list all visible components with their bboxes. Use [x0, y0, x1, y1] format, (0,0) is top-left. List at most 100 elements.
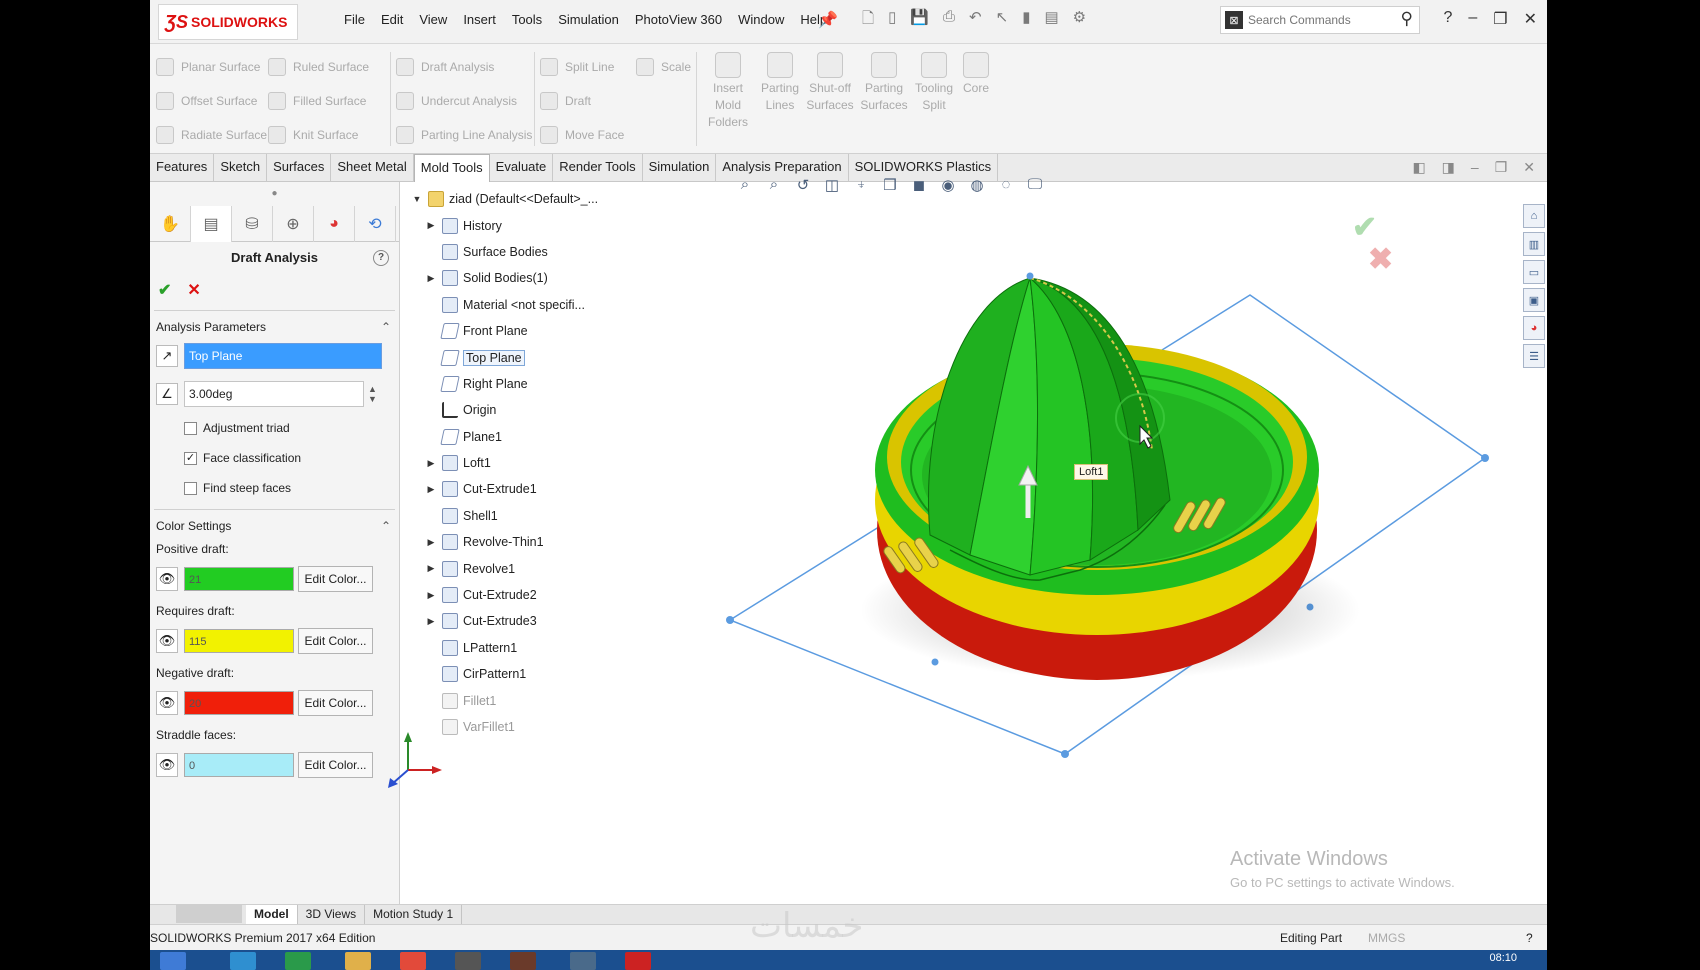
tree-item-shell1[interactable]: Shell1 [406, 503, 606, 529]
expand-arrow-icon[interactable]: ▶ [420, 458, 442, 469]
expand-arrow-icon[interactable]: ▶ [420, 484, 442, 495]
collapse-up-icon[interactable]: ⌃ [381, 516, 391, 536]
options-gear-icon[interactable]: ⚙ [1073, 8, 1086, 33]
tab-sketch[interactable]: Sketch [214, 154, 268, 182]
close-icon[interactable]: ✕ [1524, 9, 1537, 29]
tree-item-fillet1[interactable]: Fillet1 [406, 687, 606, 713]
search-commands-box[interactable]: ⊠ ⚲ [1220, 6, 1420, 34]
restore-icon[interactable]: ❐ [1493, 9, 1507, 29]
eye-icon[interactable]: 👁 [156, 753, 178, 777]
tree-item-cut-extrude2[interactable]: ▶ Cut-Extrude2 [406, 582, 606, 608]
scale-button[interactable]: Scale [636, 50, 691, 84]
expand-arrow-icon[interactable]: ▶ [420, 273, 442, 284]
plane-handle[interactable] [1061, 750, 1069, 758]
status-help-icon[interactable]: ? [1526, 931, 1533, 945]
open-document-icon[interactable]: ▯ [888, 8, 896, 33]
tree-item-solid-bodies[interactable]: ▶ Solid Bodies(1) [406, 265, 606, 291]
move-face-button[interactable]: Move Face [540, 118, 624, 152]
menu-tools[interactable]: Tools [504, 12, 550, 27]
display-style-icon[interactable]: ◼ [909, 176, 929, 194]
parting-line-analysis-button[interactable]: Parting Line Analysis [396, 118, 532, 152]
feature-manager-tab-icon[interactable]: ✋ [150, 206, 191, 242]
split-line-button[interactable]: Split Line [540, 50, 624, 84]
new-document-icon[interactable]: 🗋 [862, 8, 874, 33]
view-orientation-icon[interactable]: ❒ [880, 176, 900, 194]
solidworks-resources-icon[interactable]: ⌂ [1523, 204, 1545, 228]
face-classification-checkbox[interactable]: ✓ [184, 451, 197, 465]
tree-item-revolve-thin1[interactable]: ▶ Revolve-Thin1 [406, 529, 606, 555]
pin-menu-icon[interactable]: 📌 [818, 10, 838, 30]
dimxpert-manager-tab-icon[interactable]: ⊕ [273, 206, 314, 242]
tab-sheet-metal[interactable]: Sheet Metal [331, 154, 414, 182]
edit-color-button[interactable]: Edit Color... [298, 628, 373, 654]
menu-edit[interactable]: Edit [373, 12, 411, 27]
edit-color-button[interactable]: Edit Color... [298, 752, 373, 778]
adjustment-triad-checkbox[interactable] [184, 421, 197, 435]
expand-arrow-icon[interactable]: ▶ [420, 590, 442, 601]
edit-color-button[interactable]: Edit Color... [298, 566, 373, 592]
tab-motion-study[interactable]: Motion Study 1 [365, 905, 463, 924]
media-icon[interactable] [455, 952, 481, 970]
tree-item-surface-bodies[interactable]: Surface Bodies [406, 239, 606, 265]
help-icon[interactable]: ? [373, 250, 389, 266]
menu-window[interactable]: Window [730, 12, 792, 27]
section-view-icon[interactable]: ◫ [822, 176, 842, 194]
tree-item-plane1[interactable]: Plane1 [406, 424, 606, 450]
expand-arrow-icon[interactable]: ▶ [420, 537, 442, 548]
tree-item-right-plane[interactable]: Right Plane [406, 371, 606, 397]
tree-item-revolve1[interactable]: ▶ Revolve1 [406, 555, 606, 581]
tab-3d-views[interactable]: 3D Views [298, 905, 366, 924]
file-explorer-icon[interactable]: ▭ [1523, 260, 1545, 284]
custom-properties-icon[interactable]: ☰ [1523, 344, 1545, 368]
cancel-x-icon[interactable]: ✕ [187, 280, 200, 300]
collapse-up-icon[interactable]: ⌃ [381, 317, 391, 337]
offset-surface-button[interactable]: Offset Surface [156, 84, 267, 118]
solidworks-taskbar-icon[interactable] [625, 952, 651, 970]
direction-of-pull-field[interactable]: Top Plane [184, 343, 382, 369]
tab-evaluate[interactable]: Evaluate [490, 154, 554, 182]
tree-item-loft1[interactable]: ▶ Loft1 [406, 450, 606, 476]
help-icon[interactable]: ? [1443, 9, 1452, 29]
angle-spinner[interactable]: ▲ ▼ [368, 384, 377, 404]
previous-document-icon[interactable]: ◧ [1412, 159, 1425, 176]
edit-color-button[interactable]: Edit Color... [298, 690, 373, 716]
undo-icon[interactable]: ↶ [969, 8, 982, 33]
draft-button[interactable]: Draft [540, 84, 624, 118]
color-settings-header[interactable]: Color Settings ⌃ [154, 516, 395, 536]
tab-render-tools[interactable]: Render Tools [553, 154, 643, 182]
tab-surfaces[interactable]: Surfaces [267, 154, 332, 182]
magnifier-icon[interactable]: ⚲ [1401, 9, 1413, 29]
zoom-to-fit-icon[interactable]: ⌕ [735, 176, 755, 194]
knit-surface-button[interactable]: Knit Surface [268, 118, 369, 152]
tree-item-history[interactable]: ▶ History [406, 212, 606, 238]
app-icon[interactable] [510, 952, 536, 970]
ok-check-icon[interactable]: ✔ [158, 280, 171, 300]
find-steep-faces-option[interactable]: Find steep faces [154, 473, 395, 503]
view-settings-icon[interactable]: 🖵 [1025, 176, 1045, 194]
display-manager-tab-icon[interactable]: ◕ [314, 206, 355, 242]
confirmation-cancel-icon[interactable]: ✖ [1368, 242, 1393, 277]
tree-item-front-plane[interactable]: Front Plane [406, 318, 606, 344]
file-properties-icon[interactable]: ▤ [1044, 8, 1058, 33]
core-button[interactable]: Core [952, 52, 1000, 97]
expand-arrow-icon[interactable]: ▶ [420, 563, 442, 574]
apply-scene-icon[interactable]: ◌ [996, 176, 1016, 194]
parting-lines-button[interactable]: Parting Lines [756, 52, 804, 114]
parting-surfaces-button[interactable]: Parting Surfaces [860, 52, 908, 114]
search-input[interactable] [1248, 13, 1388, 27]
zoom-to-area-icon[interactable]: ⌕ [764, 176, 784, 194]
tree-item-top-plane[interactable]: Top Plane [406, 344, 606, 370]
appearances-icon[interactable]: ◕ [1523, 316, 1545, 340]
expand-arrow-icon[interactable]: ▶ [420, 616, 442, 627]
tree-root-part[interactable]: ▼ ziad (Default<<Default>_... [406, 186, 606, 212]
hide-show-items-icon[interactable]: ◉ [938, 176, 958, 194]
analysis-parameters-header[interactable]: Analysis Parameters ⌃ [154, 317, 395, 337]
menu-view[interactable]: View [411, 12, 455, 27]
graphics-area[interactable] [610, 200, 1520, 830]
insert-mold-folders-button[interactable]: Insert Mold Folders [704, 52, 752, 131]
doc-restore-icon[interactable]: ❐ [1495, 159, 1508, 176]
tab-scroll-arrows[interactable] [176, 905, 242, 923]
next-document-icon[interactable]: ◨ [1442, 159, 1455, 176]
start-button-icon[interactable] [160, 952, 186, 970]
collapse-arrow-icon[interactable]: ▼ [406, 194, 428, 204]
